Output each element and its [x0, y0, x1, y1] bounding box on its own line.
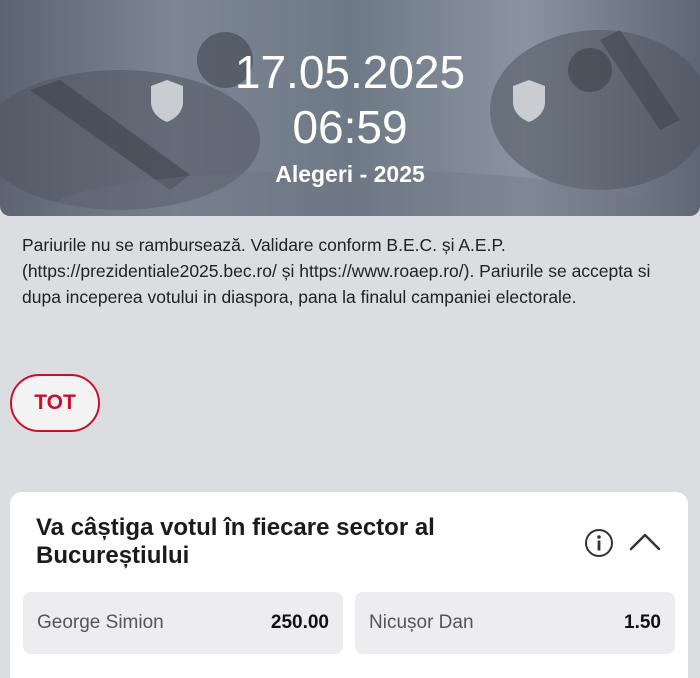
event-description: Pariurile nu se rambursează. Validare co… — [22, 235, 651, 307]
event-time: 06:59 — [292, 101, 408, 153]
outcome-george-simion[interactable]: George Simion 250.00 — [23, 592, 343, 654]
event-banner: 17.05.2025 06:59 Alegeri - 2025 — [0, 0, 700, 216]
market-card: Va câștiga votul în fiecare sector al Bu… — [10, 492, 688, 678]
market-title: Va câștiga votul în fiecare sector al Bu… — [36, 514, 435, 569]
info-icon[interactable] — [584, 528, 614, 558]
chevron-up-icon[interactable] — [628, 530, 662, 554]
outcome-odd: 250.00 — [270, 612, 329, 633]
event-title: Alegeri - 2025 — [275, 161, 425, 187]
outcome-odd: 1.50 — [624, 612, 661, 633]
outcome-name: Nicușor Dan — [369, 612, 474, 633]
event-date: 17.05.2025 — [234, 46, 466, 98]
filter-tot-button[interactable]: TOT — [10, 374, 100, 432]
outcome-name: George Simion — [37, 612, 164, 633]
outcome-nicusor-dan[interactable]: Nicușor Dan 1.50 — [355, 592, 675, 654]
